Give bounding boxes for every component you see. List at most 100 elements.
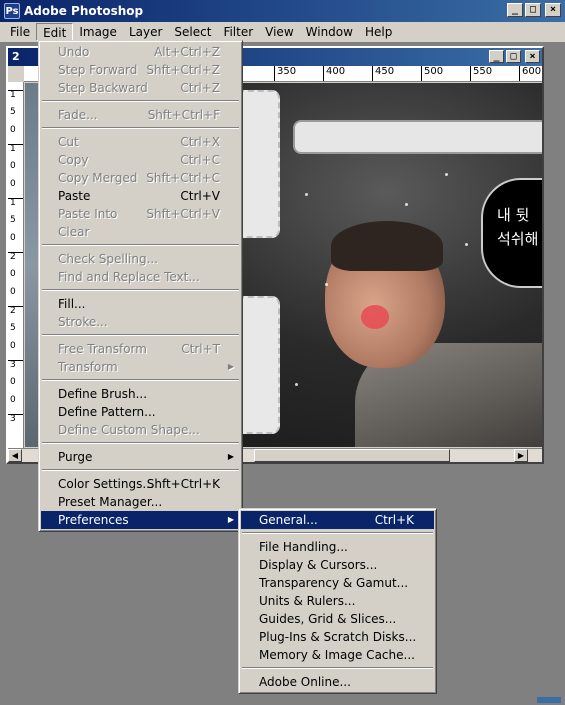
menu-item-shortcut: Shft+Ctrl+K xyxy=(146,477,220,491)
document-minimize-button[interactable]: _ xyxy=(489,50,504,63)
menu-item-label: Display & Cursors... xyxy=(259,558,378,572)
vertical-ruler[interactable]: 1 5 0 1 0 0 1 5 0 2 0 0 2 5 0 3 0 0 3 xyxy=(8,82,24,448)
ruler-tick: 0 xyxy=(10,377,16,387)
menu-item-label: Define Custom Shape... xyxy=(58,423,200,437)
menu-item-shortcut: Shft+Ctrl+V xyxy=(146,207,220,221)
resize-grip[interactable] xyxy=(537,697,561,703)
menu-separator xyxy=(42,289,239,291)
edit-menu-item-fill[interactable]: Fill... xyxy=(41,295,240,313)
menu-item-shortcut: Ctrl+T xyxy=(181,342,220,356)
menu-separator xyxy=(42,469,239,471)
menu-image[interactable]: Image xyxy=(73,23,123,41)
edit-menu-item-check-spelling: Check Spelling... xyxy=(41,250,240,268)
document-window-controls: _ □ × xyxy=(489,50,540,63)
preferences-item-transparency-and-gamut[interactable]: Transparency & Gamut... xyxy=(241,574,434,592)
ruler-tick: 1 xyxy=(8,198,23,208)
preferences-item-general[interactable]: General... Ctrl+K xyxy=(241,511,434,529)
app-titlebar: Ps Adobe Photoshop _ □ × xyxy=(0,0,565,22)
menu-item-label: Plug-Ins & Scratch Disks... xyxy=(259,630,417,644)
menu-file[interactable]: File xyxy=(4,23,36,41)
ruler-tick: 600 xyxy=(519,66,541,81)
menu-item-label: Adobe Online... xyxy=(259,675,351,689)
preferences-item-plug-ins-and-scratch-disks[interactable]: Plug-Ins & Scratch Disks... xyxy=(241,628,434,646)
submenu-arrow-icon: ▶ xyxy=(227,362,234,371)
red-blush-mark xyxy=(361,305,389,329)
menu-item-shortcut: Ctrl+Z xyxy=(180,81,220,95)
scroll-left-arrow-icon[interactable]: ◀ xyxy=(8,449,22,462)
document-close-button[interactable]: × xyxy=(525,50,540,63)
edit-menu-item-purge[interactable]: Purge ▶ xyxy=(41,448,240,466)
edit-menu-item-preset-manager[interactable]: Preset Manager... xyxy=(41,493,240,511)
sparkle xyxy=(325,283,328,286)
ruler-tick: 0 xyxy=(10,125,16,135)
edit-menu-item-fade: Fade... Shft+Ctrl+F xyxy=(41,106,240,124)
menu-item-label: Undo xyxy=(58,45,90,59)
edit-menu-item-preferences[interactable]: Preferences ▶ xyxy=(41,511,240,529)
menu-edit[interactable]: Edit xyxy=(36,23,74,41)
menu-item-label: Define Brush... xyxy=(58,387,148,401)
preferences-item-guides-grid-and-slices[interactable]: Guides, Grid & Slices... xyxy=(241,610,434,628)
edit-menu-item-free-transform: Free Transform Ctrl+T xyxy=(41,340,240,358)
edit-menu-item-paste[interactable]: Paste Ctrl+V xyxy=(41,187,240,205)
menu-item-label: Preset Manager... xyxy=(58,495,163,509)
menu-item-label: Units & Rulers... xyxy=(259,594,356,608)
menu-separator xyxy=(42,442,239,444)
menu-item-label: File Handling... xyxy=(259,540,348,554)
menu-item-shortcut: Ctrl+V xyxy=(180,189,220,203)
menu-item-label: Clear xyxy=(58,225,90,239)
menu-item-label: Stroke... xyxy=(58,315,108,329)
document-title: 2 xyxy=(12,50,20,63)
menu-separator xyxy=(242,667,433,669)
scroll-thumb[interactable] xyxy=(254,449,450,462)
menu-select[interactable]: Select xyxy=(168,23,217,41)
portrait-hair xyxy=(331,221,443,271)
preferences-item-memory-and-image-cache[interactable]: Memory & Image Cache... xyxy=(241,646,434,664)
menu-item-label: Copy xyxy=(58,153,89,167)
menu-filter[interactable]: Filter xyxy=(217,23,259,41)
menu-separator xyxy=(242,532,433,534)
preferences-item-adobe-online[interactable]: Adobe Online... xyxy=(241,673,434,691)
maximize-button[interactable]: □ xyxy=(525,3,541,17)
menu-item-label: Color Settings... xyxy=(58,477,154,491)
menu-layer[interactable]: Layer xyxy=(123,23,168,41)
menu-view[interactable]: View xyxy=(259,23,299,41)
edit-menu-item-undo: Undo Alt+Ctrl+Z xyxy=(41,43,240,61)
ruler-tick: 5 xyxy=(10,323,16,333)
edit-menu-item-stroke: Stroke... xyxy=(41,313,240,331)
menu-separator xyxy=(42,127,239,129)
edit-menu-item-define-pattern[interactable]: Define Pattern... xyxy=(41,403,240,421)
edit-menu-item-step-backward: Step Backward Ctrl+Z xyxy=(41,79,240,97)
document-maximize-button[interactable]: □ xyxy=(506,50,521,63)
preferences-item-units-and-rulers[interactable]: Units & Rulers... xyxy=(241,592,434,610)
menu-item-shortcut: Shft+Ctrl+C xyxy=(146,171,220,185)
menu-item-shortcut: Shft+Ctrl+F xyxy=(147,108,220,122)
menu-item-label: General... xyxy=(259,513,318,527)
edit-menu-item-define-brush[interactable]: Define Brush... xyxy=(41,385,240,403)
window-controls: _ □ × xyxy=(507,3,561,17)
menu-item-label: Cut xyxy=(58,135,79,149)
ruler-tick: 500 xyxy=(421,66,443,81)
menu-item-label: Free Transform xyxy=(58,342,147,356)
minimize-button[interactable]: _ xyxy=(507,3,523,17)
ruler-tick: 0 xyxy=(10,233,16,243)
close-button[interactable]: × xyxy=(545,3,561,17)
edit-menu-item-clear: Clear xyxy=(41,223,240,241)
scroll-right-arrow-icon[interactable]: ▶ xyxy=(514,449,528,462)
edit-menu-item-color-settings[interactable]: Color Settings... Shft+Ctrl+K xyxy=(41,475,240,493)
speech-line-2: 석쉬해 xyxy=(497,230,539,248)
preferences-item-display-and-cursors[interactable]: Display & Cursors... xyxy=(241,556,434,574)
ruler-tick: 5 xyxy=(10,215,16,225)
edit-menu-item-find-and-replace-text: Find and Replace Text... xyxy=(41,268,240,286)
menu-item-label: Paste xyxy=(58,189,91,203)
ruler-tick: 1 xyxy=(8,144,23,154)
ruler-tick: 0 xyxy=(10,179,16,189)
menu-window[interactable]: Window xyxy=(300,23,359,41)
preferences-item-file-handling[interactable]: File Handling... xyxy=(241,538,434,556)
menu-help[interactable]: Help xyxy=(359,23,398,41)
menu-item-label: Fade... xyxy=(58,108,98,122)
photoshop-app-icon[interactable]: Ps xyxy=(4,3,20,19)
edit-menu-item-copy-merged: Copy Merged Shft+Ctrl+C xyxy=(41,169,240,187)
menu-item-label: Define Pattern... xyxy=(58,405,156,419)
edit-menu-item-step-forward: Step Forward Shft+Ctrl+Z xyxy=(41,61,240,79)
menu-item-label: Step Backward xyxy=(58,81,148,95)
